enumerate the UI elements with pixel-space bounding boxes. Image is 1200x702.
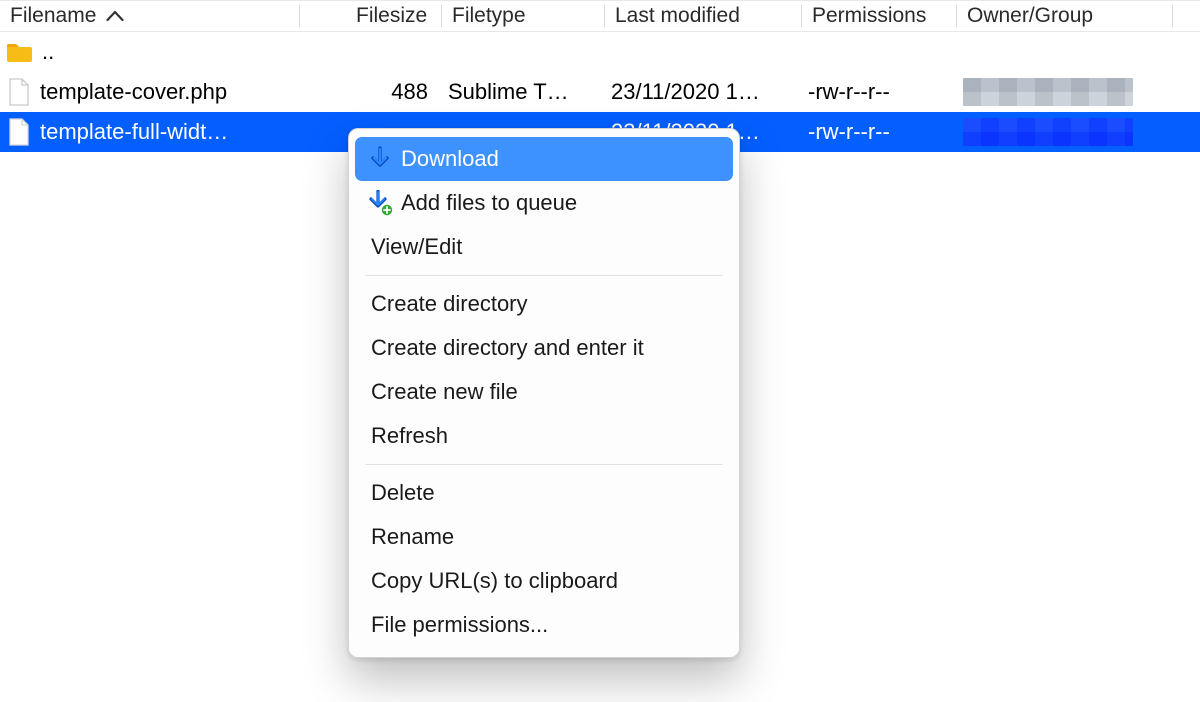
menu-item-file-permissions[interactable]: File permissions... (355, 603, 733, 647)
cell-filetype: Sublime T… (448, 79, 569, 105)
column-header-label: Owner/Group (967, 4, 1093, 28)
download-icon (367, 146, 393, 172)
cell-owner-group-redacted (963, 118, 1133, 146)
column-header-label: Filesize (356, 4, 427, 28)
cell-last-modified: 23/11/2020 1… (611, 79, 760, 105)
column-header-label: Filetype (452, 4, 526, 28)
cell-filename: template-full-widt… (40, 119, 228, 145)
file-icon (8, 118, 30, 146)
column-header-label: Permissions (812, 4, 926, 28)
table-row[interactable]: template-cover.php 488 Sublime T… 23/11/… (0, 72, 1200, 112)
menu-separator (365, 464, 723, 465)
menu-item-copy-urls-to-clipboard[interactable]: Copy URL(s) to clipboard (355, 559, 733, 603)
menu-item-label: Download (401, 146, 499, 172)
menu-item-label: Create new file (371, 379, 518, 405)
menu-item-delete[interactable]: Delete (355, 471, 733, 515)
column-header-filetype[interactable]: Filetype (442, 1, 605, 31)
column-header-owner-group[interactable]: Owner/Group (957, 1, 1173, 31)
menu-separator (365, 275, 723, 276)
sort-asc-icon (106, 10, 124, 22)
menu-item-label: File permissions... (371, 612, 548, 638)
menu-item-label: Copy URL(s) to clipboard (371, 568, 618, 594)
menu-item-rename[interactable]: Rename (355, 515, 733, 559)
menu-item-refresh[interactable]: Refresh (355, 414, 733, 458)
menu-item-label: Add files to queue (401, 190, 577, 216)
cell-filesize: 488 (391, 79, 428, 105)
cell-owner-group-redacted (963, 78, 1133, 106)
column-header-filesize[interactable]: Filesize (300, 1, 442, 31)
menu-item-create-directory[interactable]: Create directory (355, 282, 733, 326)
column-header-permissions[interactable]: Permissions (802, 1, 957, 31)
table-header: Filename Filesize Filetype Last modified… (0, 0, 1200, 32)
context-menu: Download Add files to queue View/Edit Cr… (348, 128, 740, 658)
menu-item-label: Create directory (371, 291, 528, 317)
column-header-filename[interactable]: Filename (0, 1, 300, 31)
menu-item-view-edit[interactable]: View/Edit (355, 225, 733, 269)
file-icon (8, 78, 30, 106)
table-row[interactable]: .. (0, 32, 1200, 72)
download-plus-icon (367, 190, 393, 216)
cell-permissions: -rw-r--r-- (808, 119, 890, 145)
column-header-label: Filename (10, 4, 96, 28)
folder-icon (6, 41, 32, 63)
menu-item-download[interactable]: Download (355, 137, 733, 181)
menu-item-create-new-file[interactable]: Create new file (355, 370, 733, 414)
column-header-last-modified[interactable]: Last modified (605, 1, 802, 31)
column-separator[interactable] (1172, 5, 1173, 27)
column-header-label: Last modified (615, 4, 740, 28)
menu-item-label: Rename (371, 524, 454, 550)
menu-item-label: Create directory and enter it (371, 335, 644, 361)
menu-item-label: View/Edit (371, 234, 462, 260)
menu-item-create-directory-and-enter-it[interactable]: Create directory and enter it (355, 326, 733, 370)
cell-filename: template-cover.php (40, 79, 227, 105)
cell-filename: .. (42, 39, 54, 65)
menu-item-label: Refresh (371, 423, 448, 449)
cell-permissions: -rw-r--r-- (808, 79, 890, 105)
menu-item-label: Delete (371, 480, 435, 506)
menu-item-add-files-to-queue[interactable]: Add files to queue (355, 181, 733, 225)
